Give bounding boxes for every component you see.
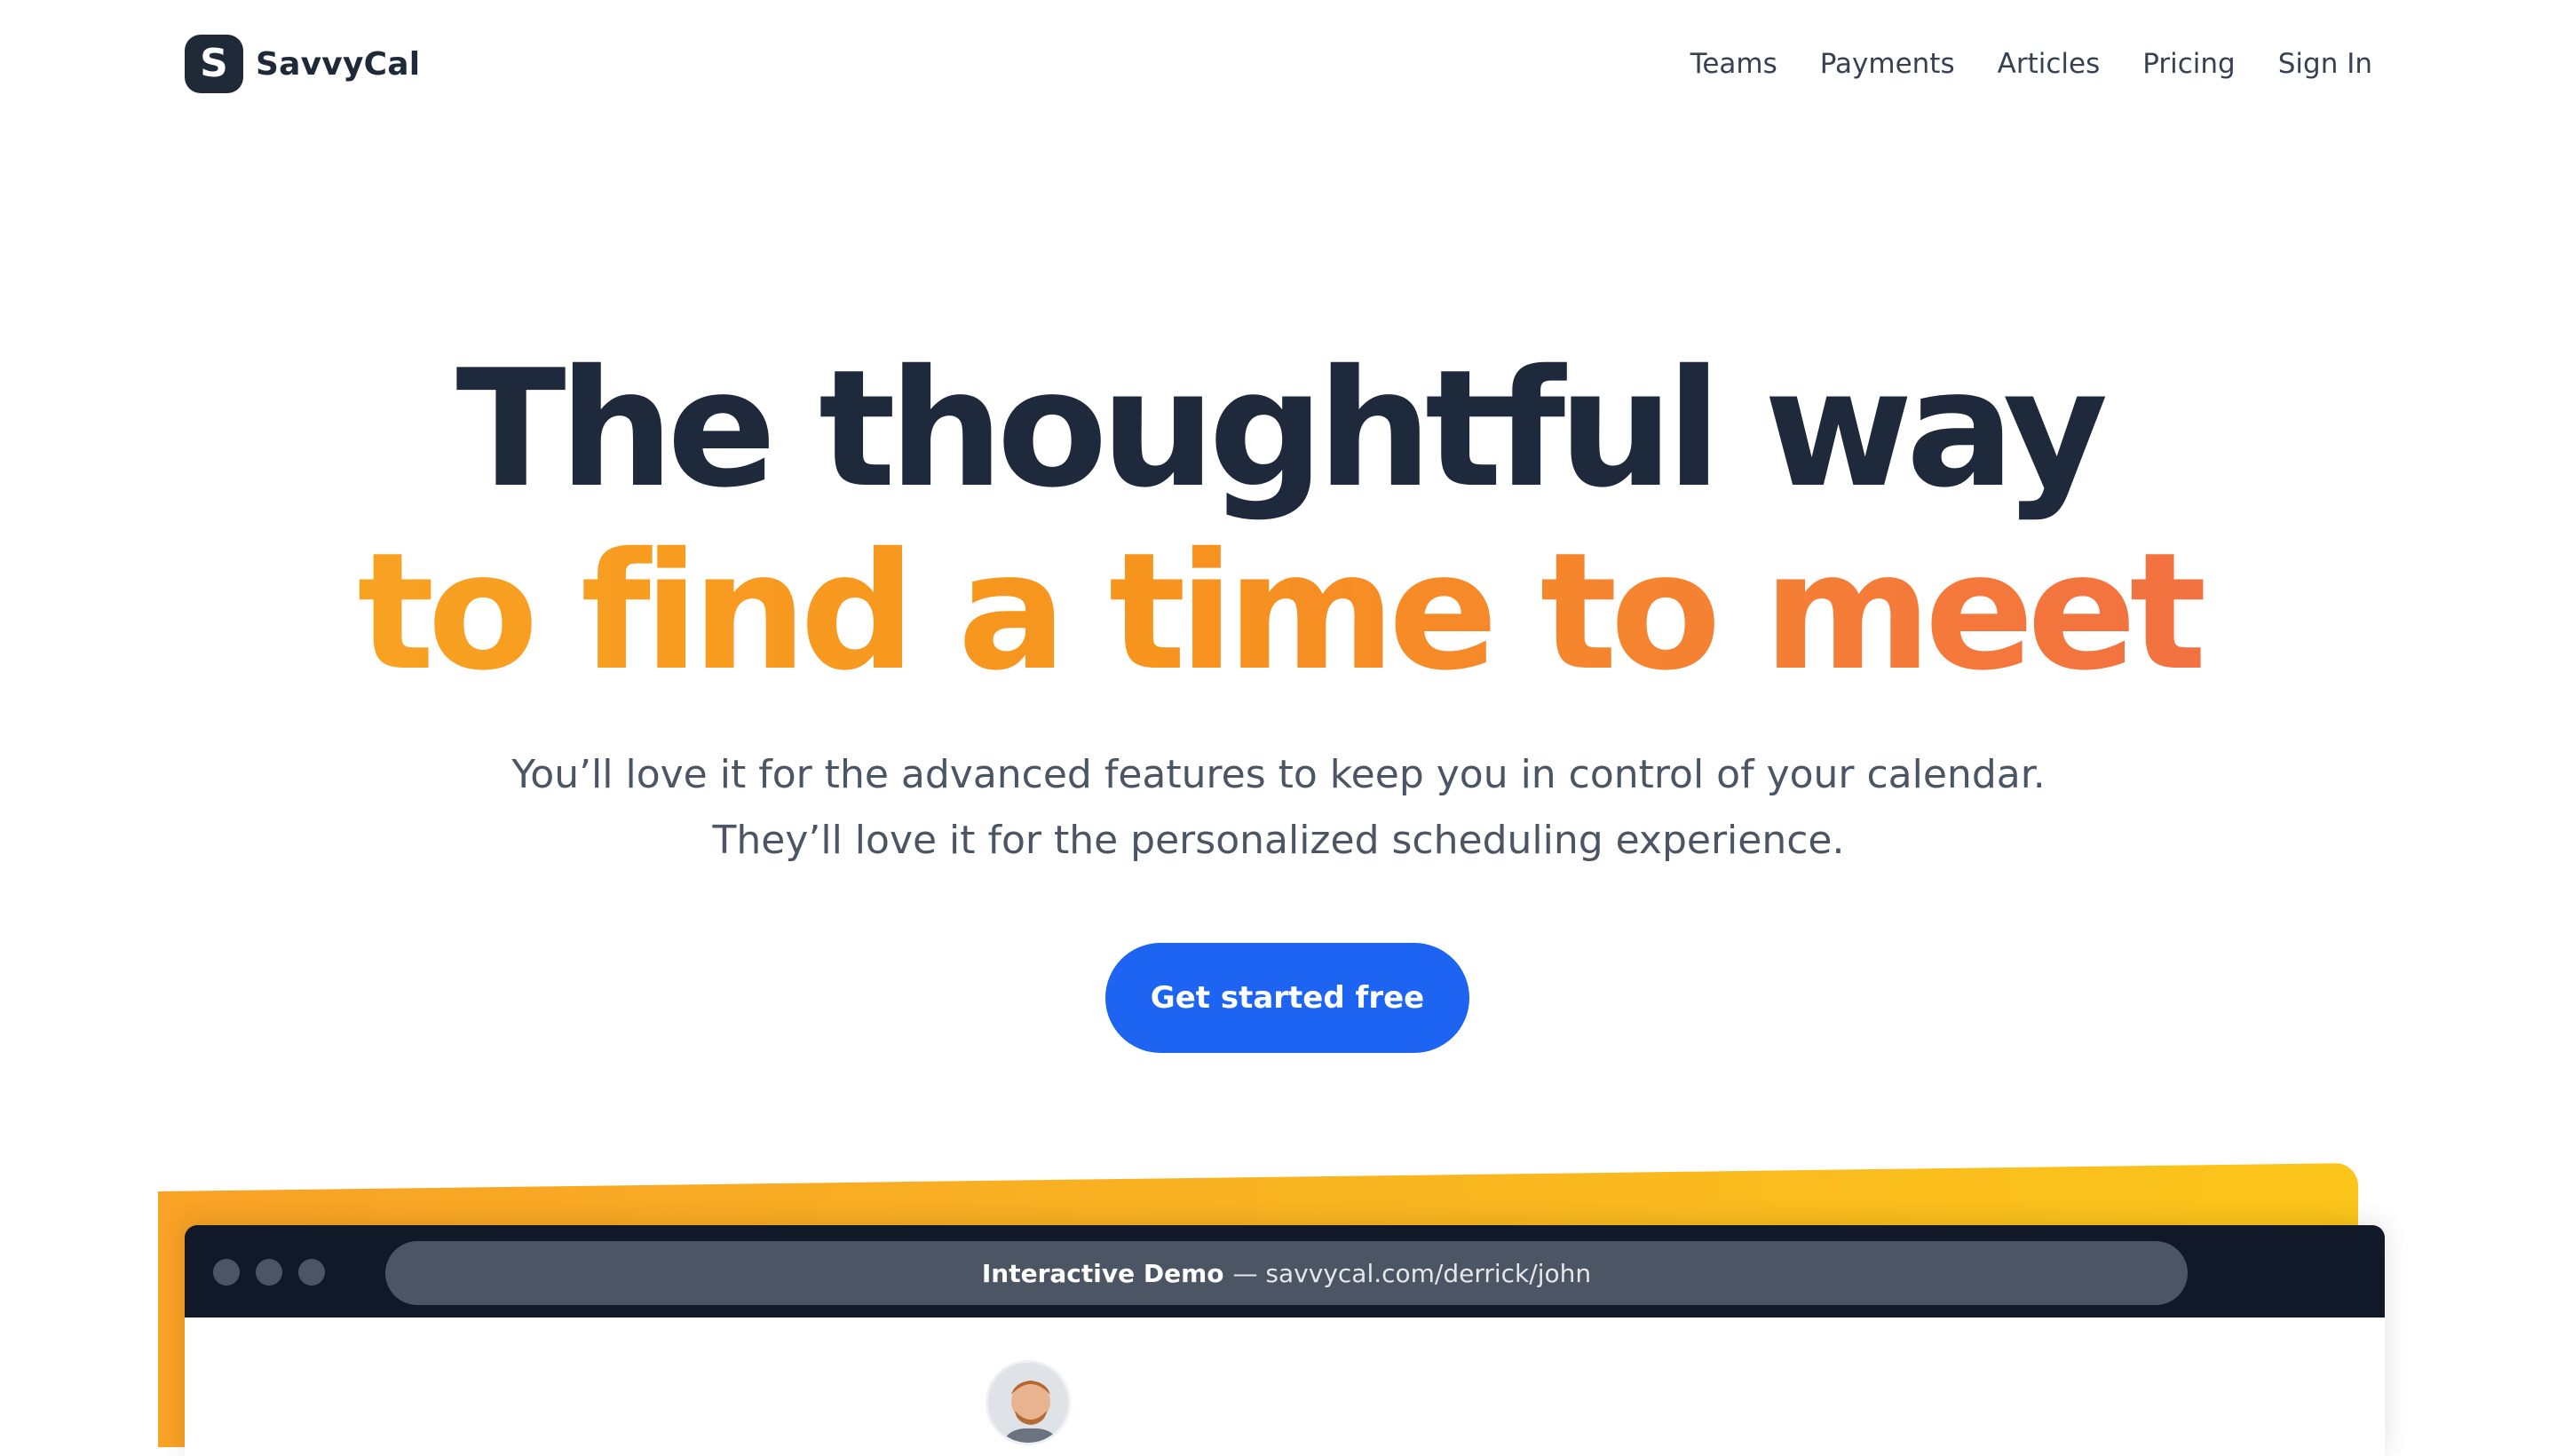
demo-url-bar: Interactive Demo — savvycal.com/derrick/…: [385, 1241, 2188, 1305]
hero-title-line2: to find a time to meet: [0, 520, 2557, 703]
logo-text: SavvyCal: [256, 45, 421, 83]
hero-subtitle: You’ll love it for the advanced features…: [0, 742, 2557, 874]
window-dot-icon: [298, 1259, 325, 1286]
window-dot-icon: [213, 1259, 240, 1286]
demo-url-text: — savvycal.com/derrick/john: [1232, 1258, 1592, 1288]
demo-url-label: Interactive Demo: [981, 1258, 1224, 1288]
demo-browser-bar: Interactive Demo — savvycal.com/derrick/…: [185, 1225, 2385, 1318]
window-dot-icon: [256, 1259, 282, 1286]
demo-window: Interactive Demo — savvycal.com/derrick/…: [185, 1225, 2385, 1456]
hero-subtitle-line1: You’ll love it for the advanced features…: [511, 752, 2046, 797]
get-started-button[interactable]: Get started free: [1105, 943, 1469, 1053]
hero-title-line1: The thoughtful way: [455, 335, 2108, 523]
hero-title: The thoughtful way to find a time to mee…: [0, 337, 2557, 703]
nav-link-pricing[interactable]: Pricing: [2142, 48, 2236, 80]
nav-link-sign-in[interactable]: Sign In: [2278, 48, 2372, 80]
logo-link[interactable]: S SavvyCal: [185, 34, 420, 94]
site-header: S SavvyCal Teams Payments Articles Prici…: [0, 0, 2557, 128]
nav-link-payments[interactable]: Payments: [1820, 48, 1955, 80]
logo-icon: S: [185, 35, 243, 93]
main-nav: Teams Payments Articles Pricing Sign In: [1690, 43, 2372, 85]
demo-body[interactable]: [185, 1318, 2385, 1456]
nav-link-articles[interactable]: Articles: [1998, 48, 2101, 80]
nav-link-teams[interactable]: Teams: [1690, 48, 1777, 80]
avatar-image: [988, 1363, 1068, 1443]
hero-subtitle-line2: They’ll love it for the personalized sch…: [712, 818, 1845, 863]
avatar: [986, 1360, 1071, 1445]
